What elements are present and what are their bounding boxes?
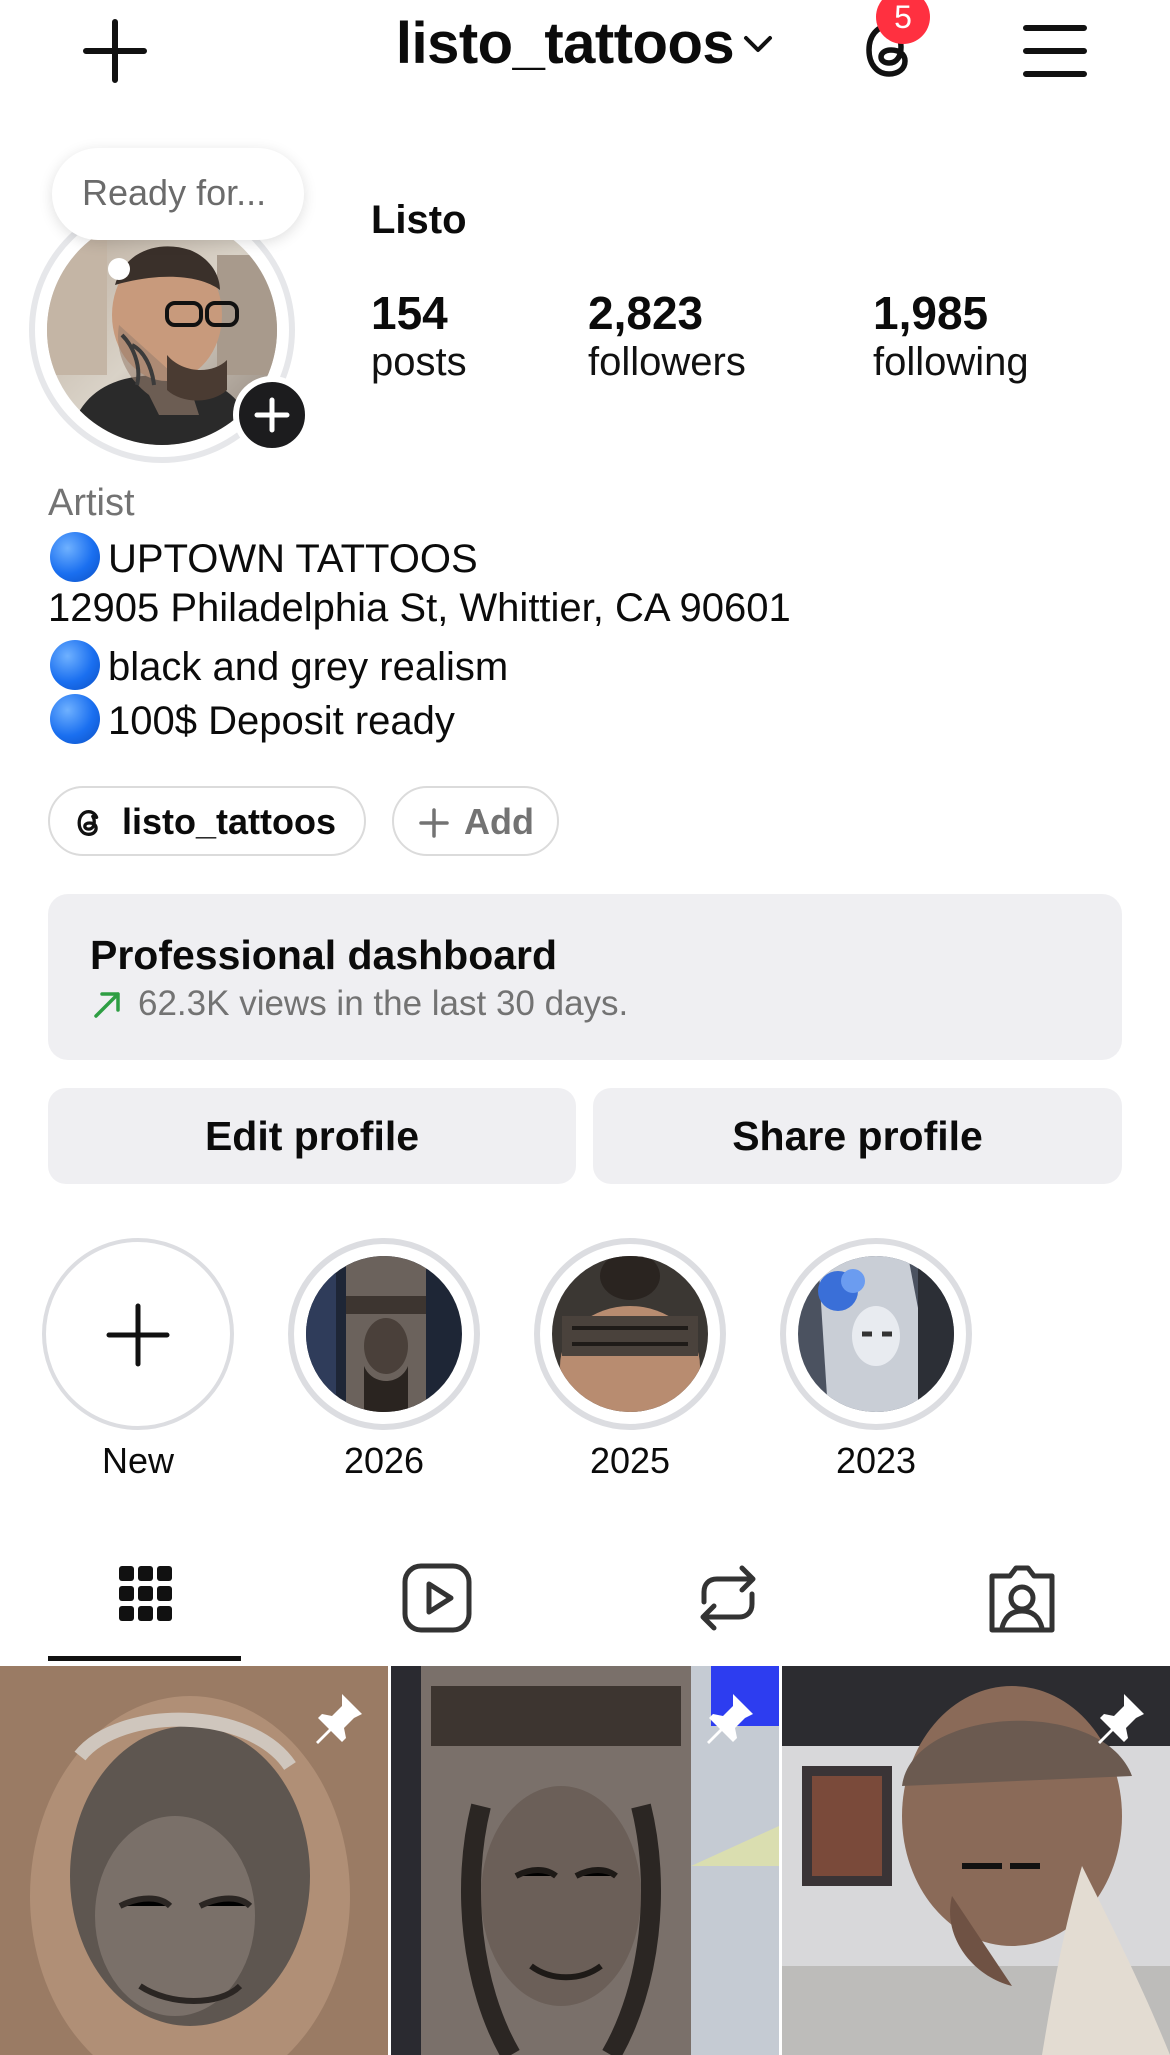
bio-line: black and grey realism xyxy=(48,640,508,690)
note-bubble-tail xyxy=(108,258,130,280)
blue-circle-icon xyxy=(50,532,100,582)
pin-icon xyxy=(316,1694,362,1744)
display-name: Listo xyxy=(371,198,467,242)
plus-icon xyxy=(419,808,449,838)
tab-reels[interactable] xyxy=(397,1558,477,1638)
highlight-cover[interactable] xyxy=(552,1256,708,1412)
tab-posts-grid[interactable] xyxy=(105,1558,185,1638)
followers-label[interactable]: followers xyxy=(588,340,746,385)
highlight-label: 2025 xyxy=(589,1440,671,1481)
category-label: Artist xyxy=(48,482,135,524)
blue-circle-icon xyxy=(50,640,100,690)
add-link-label: Add xyxy=(464,801,534,842)
account-switcher[interactable]: listo_tattoos xyxy=(0,10,1170,77)
post-thumbnail[interactable] xyxy=(782,1666,1170,2055)
menu-icon[interactable] xyxy=(1020,22,1090,80)
post-thumbnail[interactable] xyxy=(391,1666,779,2055)
bio-line: 12905 Philadelphia St, Whittier, CA 9060… xyxy=(48,586,791,631)
following-count[interactable]: 1,985 xyxy=(873,286,988,340)
plus-icon xyxy=(106,1303,170,1367)
posts-label[interactable]: posts xyxy=(371,340,467,385)
username-title: listo_tattoos xyxy=(395,11,735,76)
bio-text: black and grey realism xyxy=(108,645,509,689)
bio-address: 12905 Philadelphia St, Whittier, CA 9060… xyxy=(48,586,791,630)
bio-line: 100$ Deposit ready xyxy=(48,694,455,744)
highlight-cover[interactable] xyxy=(798,1256,954,1412)
blue-circle-icon xyxy=(50,694,100,744)
highlight-label: 2026 xyxy=(343,1440,425,1481)
tab-tagged[interactable] xyxy=(982,1558,1062,1638)
highlight-cover[interactable] xyxy=(306,1256,462,1412)
bio-text: UPTOWN TATTOOS xyxy=(108,537,478,581)
bio-line: UPTOWN TATTOOS xyxy=(48,532,478,582)
threads-link-pill[interactable]: listo_tattoos xyxy=(48,786,366,856)
add-link-pill[interactable]: Add xyxy=(392,786,559,856)
followers-count[interactable]: 2,823 xyxy=(588,286,703,340)
dashboard-views-text: 62.3K views in the last 30 days. xyxy=(138,984,629,1023)
threads-icon xyxy=(77,810,99,836)
edit-profile-button[interactable]: Edit profile xyxy=(48,1088,576,1184)
following-label[interactable]: following xyxy=(873,340,1029,385)
threads-link-label: listo_tattoos xyxy=(122,801,337,842)
reposts-icon xyxy=(700,1565,756,1631)
posts-count[interactable]: 154 xyxy=(371,286,448,340)
highlight-label: 2023 xyxy=(835,1440,917,1481)
tagged-icon xyxy=(989,1565,1055,1633)
chevron-down-icon xyxy=(744,35,773,52)
dashboard-title: Professional dashboard xyxy=(90,932,558,978)
highlight-label: New xyxy=(101,1440,175,1481)
add-story-button[interactable] xyxy=(233,376,311,454)
tab-reposts[interactable] xyxy=(688,1558,768,1638)
share-profile-button[interactable]: Share profile xyxy=(593,1088,1122,1184)
reels-icon xyxy=(402,1563,472,1633)
tab-selected-indicator xyxy=(48,1656,241,1661)
note-text: Ready for... xyxy=(82,172,267,213)
post-thumbnail[interactable] xyxy=(0,1666,388,2055)
pin-icon xyxy=(1098,1694,1144,1744)
trend-arrow-icon xyxy=(94,992,120,1018)
pin-icon xyxy=(707,1694,753,1744)
bio-text: 100$ Deposit ready xyxy=(108,699,455,743)
grid-icon xyxy=(119,1566,172,1621)
